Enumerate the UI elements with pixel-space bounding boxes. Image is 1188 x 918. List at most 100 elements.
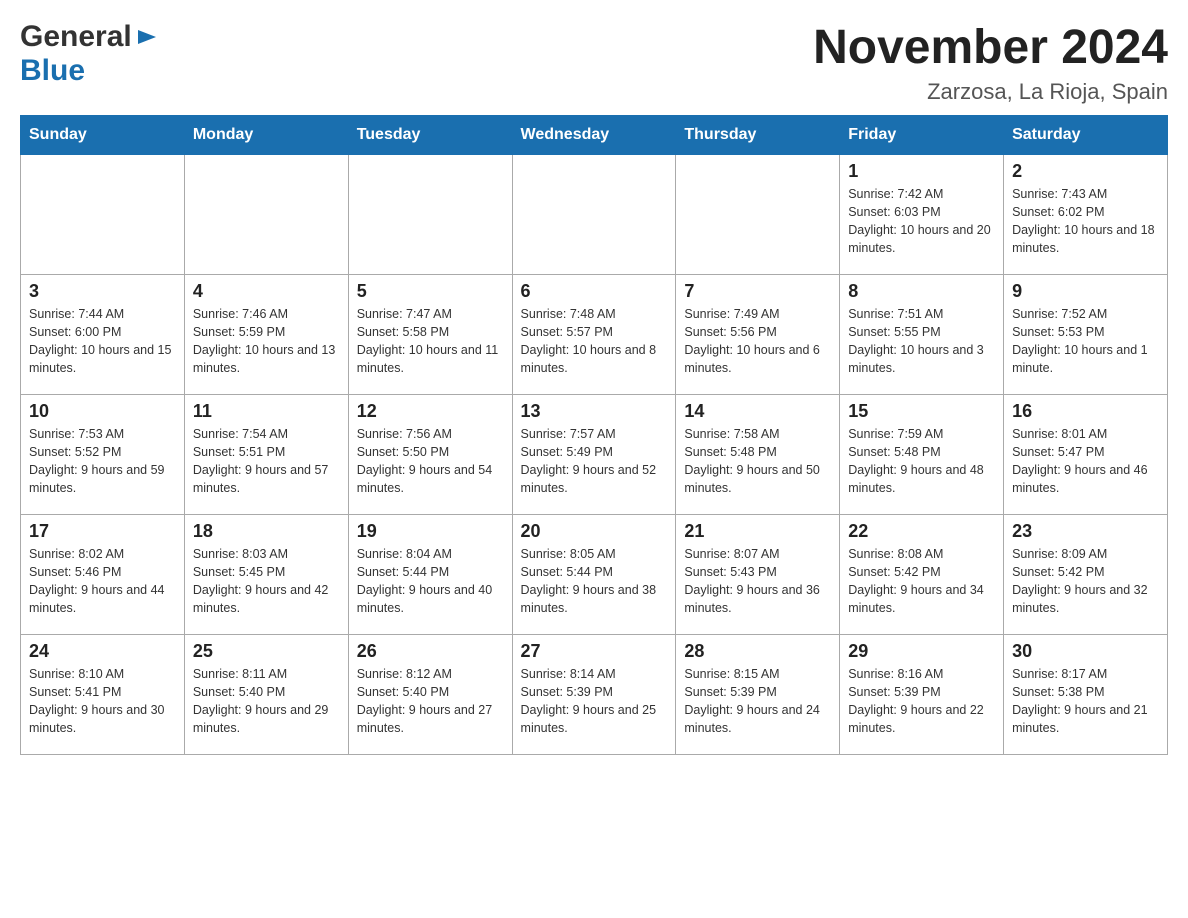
calendar-cell: 18Sunrise: 8:03 AMSunset: 5:45 PMDayligh…: [184, 515, 348, 635]
day-info: Sunrise: 7:42 AMSunset: 6:03 PMDaylight:…: [848, 185, 995, 258]
day-number: 7: [684, 281, 831, 302]
calendar-cell: 27 Sunrise: 8:14 AMSunset: 5:39 PMDayligh…: [512, 635, 676, 755]
logo-blue-text: Blue: [20, 54, 85, 87]
day-info: Sunrise: 7:59 AMSunset: 5:48 PMDaylight:…: [848, 425, 995, 498]
calendar-cell: 11 Sunrise: 7:54 AMSunset: 5:51 PMDayligh…: [184, 395, 348, 515]
header-row: Sunday Monday Tuesday Wednesday Thursday…: [21, 116, 1168, 155]
calendar-cell: 26 Sunrise: 8:12 AMSunset: 5:40 PMDayligh…: [348, 635, 512, 755]
day-info: Sunrise: 8:02 AMSunset: 5:46 PMDaylight:…: [29, 545, 176, 618]
calendar-cell: 4 Sunrise: 7:46 AMSunset: 5:59 PMDaylight…: [184, 275, 348, 395]
day-number: 1: [848, 161, 995, 182]
day-number: 12: [357, 401, 504, 422]
calendar-cell: 7 Sunrise: 7:49 AMSunset: 5:56 PMDaylight…: [676, 275, 840, 395]
calendar-cell: 2 Sunrise: 7:43 AMSunset: 6:02 PMDaylight…: [1004, 155, 1168, 275]
calendar-cell: 22 Sunrise: 8:08 AMSunset: 5:42 PMDayligh…: [840, 515, 1004, 635]
day-number: 24: [29, 641, 176, 662]
day-number: 17: [29, 521, 176, 542]
calendar-cell: 24Sunrise: 8:10 AMSunset: 5:41 PMDayligh…: [21, 635, 185, 755]
day-info: Sunrise: 7:46 AMSunset: 5:59 PMDaylight:…: [193, 305, 340, 378]
day-info: Sunrise: 8:14 AMSunset: 5:39 PMDaylight:…: [521, 665, 668, 738]
calendar-week-4: 17 Sunrise: 8:02 AMSunset: 5:46 PMDayligh…: [21, 515, 1168, 635]
calendar-cell: 23 Sunrise: 8:09 AMSunset: 5:42 PMDayligh…: [1004, 515, 1168, 635]
calendar-week-5: 24Sunrise: 8:10 AMSunset: 5:41 PMDayligh…: [21, 635, 1168, 755]
calendar-cell: 1 Sunrise: 7:42 AMSunset: 6:03 PMDaylight…: [840, 155, 1004, 275]
day-info: Sunrise: 7:43 AMSunset: 6:02 PMDaylight:…: [1012, 185, 1159, 258]
calendar-cell: 13Sunrise: 7:57 AMSunset: 5:49 PMDayligh…: [512, 395, 676, 515]
day-number: 11: [193, 401, 340, 422]
calendar-week-1: 1 Sunrise: 7:42 AMSunset: 6:03 PMDaylight…: [21, 155, 1168, 275]
calendar-cell: 21Sunrise: 8:07 AMSunset: 5:43 PMDayligh…: [676, 515, 840, 635]
day-info: Sunrise: 8:16 AMSunset: 5:39 PMDaylight:…: [848, 665, 995, 738]
title-area: November 2024 Zarzosa, La Rioja, Spain: [813, 20, 1168, 105]
day-number: 19: [357, 521, 504, 542]
calendar-cell: 12 Sunrise: 7:56 AMSunset: 5:50 PMDayligh…: [348, 395, 512, 515]
day-info: Sunrise: 8:12 AMSunset: 5:40 PMDaylight:…: [357, 665, 504, 738]
logo: General Blue: [20, 20, 158, 88]
day-number: 23: [1012, 521, 1159, 542]
calendar-cell: 30 Sunrise: 8:17 AMSunset: 5:38 PMDayligh…: [1004, 635, 1168, 755]
day-info: Sunrise: 8:11 AMSunset: 5:40 PMDaylight:…: [193, 665, 340, 738]
day-number: 30: [1012, 641, 1159, 662]
calendar-cell: [512, 155, 676, 275]
day-number: 10: [29, 401, 176, 422]
calendar-cell: 19 Sunrise: 8:04 AMSunset: 5:44 PMDayligh…: [348, 515, 512, 635]
day-info: Sunrise: 7:51 AMSunset: 5:55 PMDaylight:…: [848, 305, 995, 378]
logo-arrow-icon: [136, 26, 158, 53]
calendar-cell: 5Sunrise: 7:47 AMSunset: 5:58 PMDaylight…: [348, 275, 512, 395]
day-info: Sunrise: 7:56 AMSunset: 5:50 PMDaylight:…: [357, 425, 504, 498]
day-number: 28: [684, 641, 831, 662]
day-info: Sunrise: 8:09 AMSunset: 5:42 PMDaylight:…: [1012, 545, 1159, 618]
calendar-cell: 8Sunrise: 7:51 AMSunset: 5:55 PMDaylight…: [840, 275, 1004, 395]
header-thursday: Thursday: [676, 116, 840, 155]
calendar-cell: 29Sunrise: 8:16 AMSunset: 5:39 PMDayligh…: [840, 635, 1004, 755]
calendar-week-3: 10Sunrise: 7:53 AMSunset: 5:52 PMDayligh…: [21, 395, 1168, 515]
calendar-cell: [21, 155, 185, 275]
day-number: 26: [357, 641, 504, 662]
day-info: Sunrise: 8:01 AMSunset: 5:47 PMDaylight:…: [1012, 425, 1159, 498]
day-info: Sunrise: 7:54 AMSunset: 5:51 PMDaylight:…: [193, 425, 340, 498]
day-number: 4: [193, 281, 340, 302]
calendar-cell: [676, 155, 840, 275]
day-number: 6: [521, 281, 668, 302]
day-info: Sunrise: 7:48 AMSunset: 5:57 PMDaylight:…: [521, 305, 668, 378]
calendar-title: November 2024: [813, 20, 1168, 75]
page-header: General Blue November 2024 Zarzosa, La R…: [20, 20, 1168, 105]
day-number: 14: [684, 401, 831, 422]
calendar-cell: 25 Sunrise: 8:11 AMSunset: 5:40 PMDayligh…: [184, 635, 348, 755]
day-info: Sunrise: 7:52 AMSunset: 5:53 PMDaylight:…: [1012, 305, 1159, 378]
day-info: Sunrise: 8:08 AMSunset: 5:42 PMDaylight:…: [848, 545, 995, 618]
calendar-cell: 17 Sunrise: 8:02 AMSunset: 5:46 PMDayligh…: [21, 515, 185, 635]
day-info: Sunrise: 7:44 AMSunset: 6:00 PMDaylight:…: [29, 305, 176, 378]
day-info: Sunrise: 8:04 AMSunset: 5:44 PMDaylight:…: [357, 545, 504, 618]
calendar-cell: 3 Sunrise: 7:44 AMSunset: 6:00 PMDaylight…: [21, 275, 185, 395]
calendar-subtitle: Zarzosa, La Rioja, Spain: [813, 79, 1168, 105]
day-number: 13: [521, 401, 668, 422]
calendar-cell: 20 Sunrise: 8:05 AMSunset: 5:44 PMDayligh…: [512, 515, 676, 635]
day-info: Sunrise: 8:17 AMSunset: 5:38 PMDaylight:…: [1012, 665, 1159, 738]
day-number: 2: [1012, 161, 1159, 182]
day-number: 5: [357, 281, 504, 302]
day-number: 21: [684, 521, 831, 542]
day-number: 22: [848, 521, 995, 542]
day-info: Sunrise: 8:15 AMSunset: 5:39 PMDaylight:…: [684, 665, 831, 738]
day-number: 27: [521, 641, 668, 662]
calendar-cell: [348, 155, 512, 275]
day-number: 15: [848, 401, 995, 422]
header-tuesday: Tuesday: [348, 116, 512, 155]
calendar-cell: 14 Sunrise: 7:58 AMSunset: 5:48 PMDayligh…: [676, 395, 840, 515]
day-number: 9: [1012, 281, 1159, 302]
day-number: 16: [1012, 401, 1159, 422]
header-friday: Friday: [840, 116, 1004, 155]
day-number: 3: [29, 281, 176, 302]
day-number: 20: [521, 521, 668, 542]
day-number: 25: [193, 641, 340, 662]
day-info: Sunrise: 7:49 AMSunset: 5:56 PMDaylight:…: [684, 305, 831, 378]
day-info: Sunrise: 7:58 AMSunset: 5:48 PMDaylight:…: [684, 425, 831, 498]
calendar-cell: 28 Sunrise: 8:15 AMSunset: 5:39 PMDayligh…: [676, 635, 840, 755]
calendar-week-2: 3 Sunrise: 7:44 AMSunset: 6:00 PMDaylight…: [21, 275, 1168, 395]
header-saturday: Saturday: [1004, 116, 1168, 155]
day-info: Sunrise: 8:05 AMSunset: 5:44 PMDaylight:…: [521, 545, 668, 618]
header-monday: Monday: [184, 116, 348, 155]
calendar-cell: 16 Sunrise: 8:01 AMSunset: 5:47 PMDayligh…: [1004, 395, 1168, 515]
calendar-cell: [184, 155, 348, 275]
